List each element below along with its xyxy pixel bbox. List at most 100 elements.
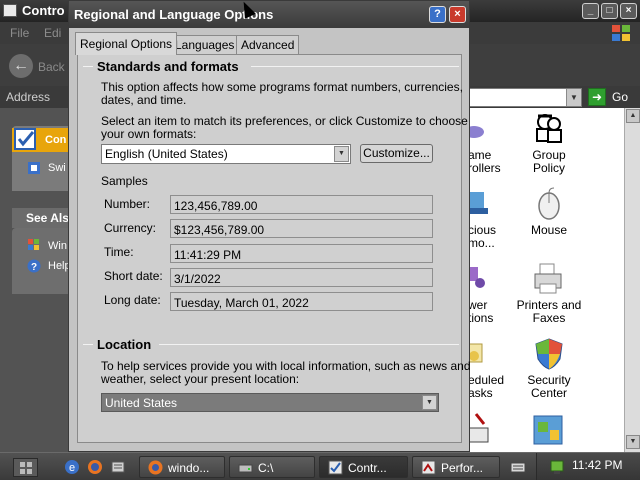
control-panel-item-mouse[interactable]: Mouse: [509, 187, 589, 237]
control-panel-item-printers[interactable]: Printers and Faxes: [509, 262, 589, 325]
sample-long-date-value: Tuesday, March 01, 2022: [170, 292, 433, 311]
taskbar-button-firefox[interactable]: windo...: [139, 456, 225, 478]
go-button[interactable]: ➜ Go: [588, 88, 634, 107]
control-panel-item-game-controllers[interactable]: ame rollers: [468, 149, 508, 175]
taskbar-button-label: windo...: [168, 461, 210, 475]
tab-regional-options[interactable]: Regional Options: [75, 32, 178, 55]
group-policy-icon: [536, 114, 562, 143]
sample-long-date-label: Long date:: [104, 293, 161, 307]
see-also-windows-update[interactable]: Win: [48, 240, 67, 252]
item-label: Mouse: [530, 223, 568, 237]
taskbar: e windo... C:\ Contr... Perfor...: [0, 452, 640, 480]
back-button[interactable]: ←: [9, 54, 33, 78]
help-icon: ?: [27, 259, 41, 273]
item-label: Security Center: [527, 373, 571, 400]
chevron-down-icon[interactable]: ▼: [334, 146, 349, 162]
system-icon: [533, 415, 563, 445]
select-instruction-line2: your own formats:: [101, 127, 197, 141]
vertical-scrollbar[interactable]: ▲ ▼: [624, 108, 640, 452]
printers-icon: [534, 263, 562, 294]
customize-button[interactable]: Customize...: [360, 144, 433, 163]
location-select-value: United States: [105, 396, 178, 410]
quick-launch-firefox-icon[interactable]: [87, 459, 103, 475]
windows-update-icon: [28, 239, 39, 250]
task-pane: Con Swi: [0, 108, 70, 452]
svg-text:e: e: [69, 462, 75, 474]
chevron-down-icon[interactable]: ▼: [422, 395, 437, 410]
taskbar-button-control-panel[interactable]: Contr...: [319, 456, 408, 478]
menu-edit[interactable]: Edi: [44, 26, 61, 40]
go-label: Go: [612, 90, 629, 104]
sample-number-value: 123,456,789.00: [170, 195, 433, 214]
address-dropdown-button[interactable]: ▼: [566, 89, 581, 106]
sample-currency-value: $123,456,789.00: [170, 219, 433, 238]
sample-currency-label: Currency:: [104, 221, 157, 235]
item-label: eduled asks: [468, 373, 505, 400]
power-options-icon: [468, 267, 485, 288]
malicious-removal-icon: [468, 192, 488, 214]
section-rule: [83, 66, 93, 67]
address-input[interactable]: [462, 88, 582, 107]
item-label: cious mo...: [468, 223, 497, 250]
control-panel-item-power-options[interactable]: wer tions: [468, 299, 508, 325]
dialog-close-button[interactable]: ×: [449, 6, 466, 23]
start-button[interactable]: [13, 458, 38, 477]
item-label: wer tions: [468, 298, 494, 325]
regional-options-dialog: Regional and Language Options ? × Region…: [68, 0, 471, 452]
address-label: Address: [6, 90, 51, 104]
control-panel-item-group-policy[interactable]: Group Policy: [509, 112, 589, 175]
location-description-line2: weather, select your present location:: [101, 372, 300, 386]
item-label: ame rollers: [468, 148, 501, 175]
task-panel-title: Con: [45, 134, 67, 146]
location-heading: Location: [97, 337, 152, 352]
menu-file[interactable]: File: [10, 26, 29, 40]
item-label: Printers and Faxes: [516, 298, 582, 325]
sample-time-label: Time:: [104, 245, 134, 259]
firefox-icon: [148, 460, 163, 475]
maximize-button[interactable]: □: [601, 3, 618, 19]
performance-icon: [421, 460, 436, 475]
minimize-button[interactable]: _: [582, 3, 599, 19]
control-panel-icon: [328, 460, 343, 475]
scroll-up-button[interactable]: ▲: [626, 109, 640, 123]
control-panel-checklist-icon: [14, 128, 36, 150]
back-label: Back: [38, 60, 65, 74]
close-button[interactable]: ×: [620, 3, 637, 19]
taskbar-button-label: Perfor...: [441, 461, 484, 475]
control-panel-item-security-center[interactable]: Security Center: [509, 337, 589, 400]
switch-view-link[interactable]: Swi: [48, 162, 66, 174]
scheduled-tasks-icon: [468, 343, 483, 363]
help-button[interactable]: ?: [429, 6, 446, 23]
taskbar-button-label: C:\: [258, 461, 274, 475]
sample-short-date-value: 3/1/2022: [170, 268, 433, 287]
section-rule: [251, 66, 459, 67]
drive-icon: [238, 464, 253, 473]
section-rule: [159, 344, 459, 345]
switch-view-icon: [28, 162, 40, 174]
tab-languages[interactable]: Languages: [170, 35, 240, 54]
control-panel-title: Contro: [22, 3, 65, 18]
control-panel-item-malicious-removal[interactable]: cious mo...: [468, 224, 508, 250]
taskbar-button-drive[interactable]: C:\: [229, 456, 315, 478]
location-select[interactable]: United States ▼: [101, 393, 439, 412]
keyboard-icon[interactable]: [510, 459, 526, 475]
dialog-titlebar: Regional and Language Options ? ×: [69, 1, 469, 28]
see-also-header: See Als: [12, 208, 70, 228]
tab-advanced[interactable]: Advanced: [236, 35, 300, 54]
security-center-icon: [535, 338, 563, 370]
quick-launch-ie-icon[interactable]: e: [64, 459, 80, 475]
samples-label: Samples: [101, 174, 148, 188]
taskbar-clock[interactable]: 11:42 PM: [572, 458, 622, 472]
control-panel-item-scheduled-tasks[interactable]: eduled asks: [468, 374, 508, 400]
format-select[interactable]: English (United States) ▼: [101, 144, 351, 164]
format-select-value: English (United States): [105, 147, 228, 161]
control-panel-items: ame rollers cious mo... wer tions eduled…: [468, 108, 624, 452]
sample-number-label: Number:: [104, 197, 151, 211]
scroll-down-button[interactable]: ▼: [626, 435, 640, 449]
game-controllers-icon: [468, 126, 484, 138]
section-rule: [83, 344, 93, 345]
network-icon[interactable]: [549, 459, 565, 475]
quick-launch-app-icon[interactable]: [110, 459, 126, 475]
taskbar-button-performance[interactable]: Perfor...: [412, 456, 500, 478]
standards-heading: Standards and formats: [97, 59, 239, 74]
